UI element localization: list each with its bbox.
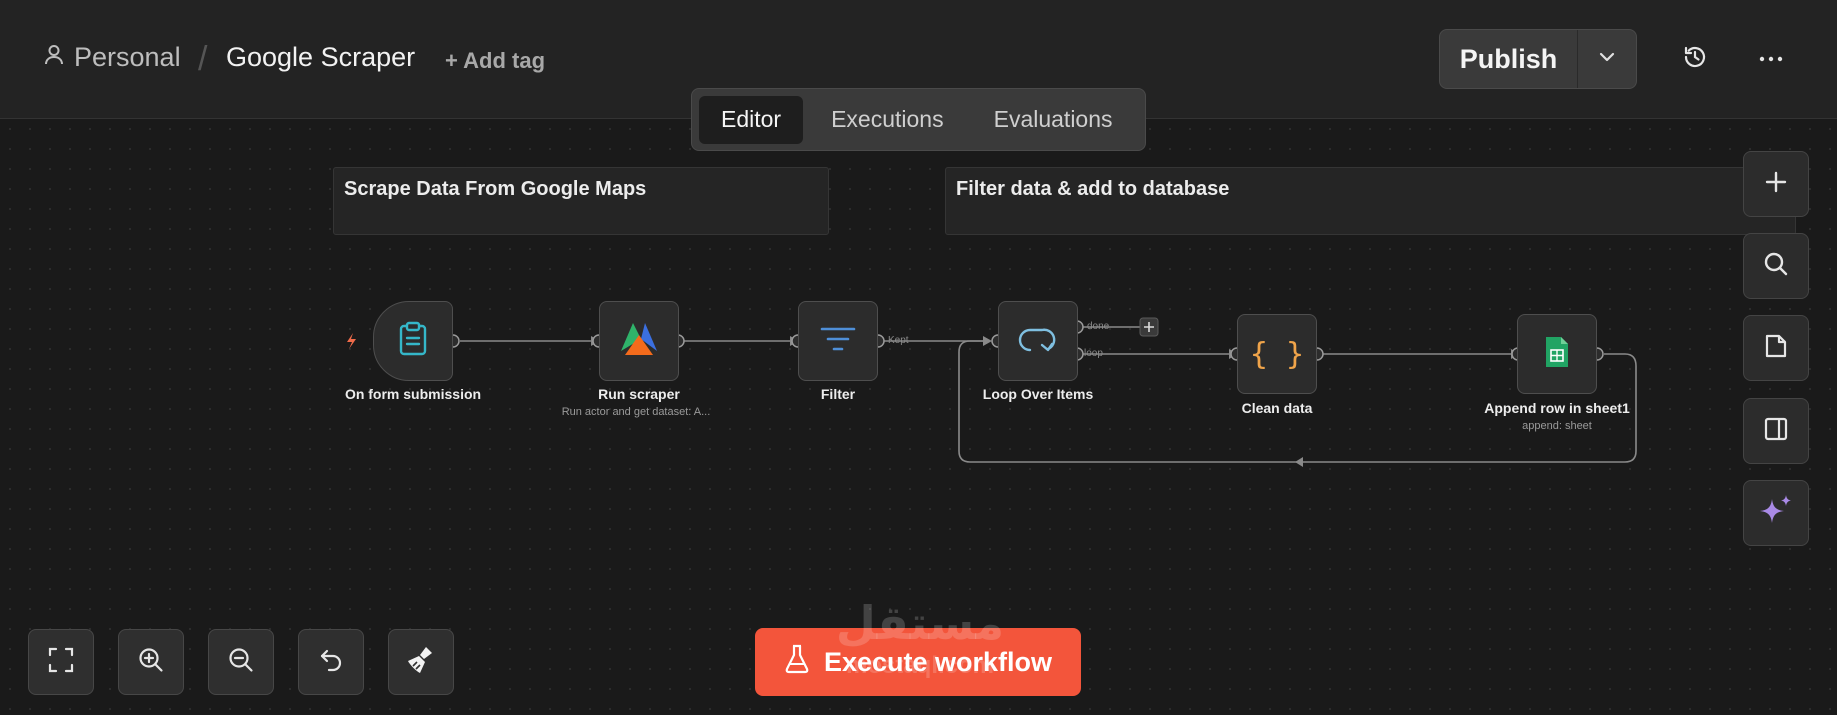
search-icon [1763,251,1789,282]
sticky-note-title: Scrape Data From Google Maps [344,178,647,200]
ai-assistant-button[interactable] [1743,480,1809,546]
sticky-note-title: Filter data & add to database [956,178,1230,200]
node-label: Clean data [1241,400,1313,416]
history-icon [1682,44,1708,75]
breadcrumb-separator: / [198,40,208,78]
watermark-latin: mostaql.com [845,652,995,679]
tab-executions[interactable]: Executions [809,96,966,144]
zoom-out-button[interactable] [208,629,274,695]
publish-button-group: Publish [1439,29,1637,89]
node-label: Append row in sheet1 [1484,400,1630,416]
node-subtitle: Run actor and get dataset: A... [561,406,711,418]
zoom-in-icon [137,646,165,679]
node-clean-data[interactable]: { } [1237,314,1317,394]
node-on-form-submission[interactable] [373,301,453,381]
plus-icon [1764,170,1788,199]
view-tabs: Editor Executions Evaluations [691,88,1146,151]
zoom-in-button[interactable] [118,629,184,695]
port-label-loop: loop [1084,348,1103,359]
sparkle-icon [1758,493,1794,534]
user-icon [44,42,64,73]
tab-evaluations[interactable]: Evaluations [972,96,1135,144]
node-label: On form submission [344,386,482,402]
panel-right-icon [1763,416,1789,447]
port-label-done: done [1087,321,1110,332]
port-label-kept: Kept [888,335,909,346]
sticky-note-icon [1764,333,1788,364]
zoom-to-fit-button[interactable] [28,629,94,695]
node-label: Filter [820,386,856,402]
google-sheets-icon [1544,335,1570,374]
node-loop-over-items[interactable] [998,301,1078,381]
more-options-button[interactable] [1755,43,1787,75]
breadcrumb-workspace[interactable]: Personal [44,42,181,73]
undo-button[interactable] [298,629,364,695]
broom-icon [406,645,436,680]
search-nodes-button[interactable] [1743,233,1809,299]
add-node-button[interactable] [1743,151,1809,217]
toggle-panel-button[interactable] [1743,398,1809,464]
clipboard-icon [397,321,429,362]
chevron-down-icon [1598,50,1616,68]
workflow-name[interactable]: Google Scraper [226,42,415,73]
node-subtitle: append: sheet [1522,420,1592,432]
loop-icon [1018,324,1058,359]
filter-icon [820,325,856,358]
flask-icon [784,644,810,681]
tidy-up-button[interactable] [388,629,454,695]
workspace-name: Personal [74,42,181,72]
node-label: Loop Over Items [982,386,1094,402]
code-braces-icon: { } [1249,336,1305,372]
node-label: Run scraper [598,386,680,402]
fit-view-icon [47,646,75,679]
node-filter[interactable] [798,301,878,381]
sticky-note-scrape[interactable]: Scrape Data From Google Maps [333,167,829,235]
undo-icon [317,646,345,679]
add-tag-button[interactable]: + Add tag [445,48,545,74]
publish-options-button[interactable] [1578,30,1636,88]
watermark-logo: مستقل mostaql.com [820,600,1020,680]
tab-editor[interactable]: Editor [699,95,804,144]
node-append-row[interactable] [1517,314,1597,394]
more-horizontal-icon [1759,50,1783,68]
node-run-scraper[interactable] [599,301,679,381]
add-sticky-note-button[interactable] [1743,315,1809,381]
history-button[interactable] [1679,43,1711,75]
sticky-note-filter[interactable]: Filter data & add to database [945,167,1796,235]
zoom-out-icon [227,646,255,679]
apify-icon [619,321,659,362]
publish-button[interactable]: Publish [1440,30,1578,88]
watermark-arabic: مستقل [835,597,1005,649]
